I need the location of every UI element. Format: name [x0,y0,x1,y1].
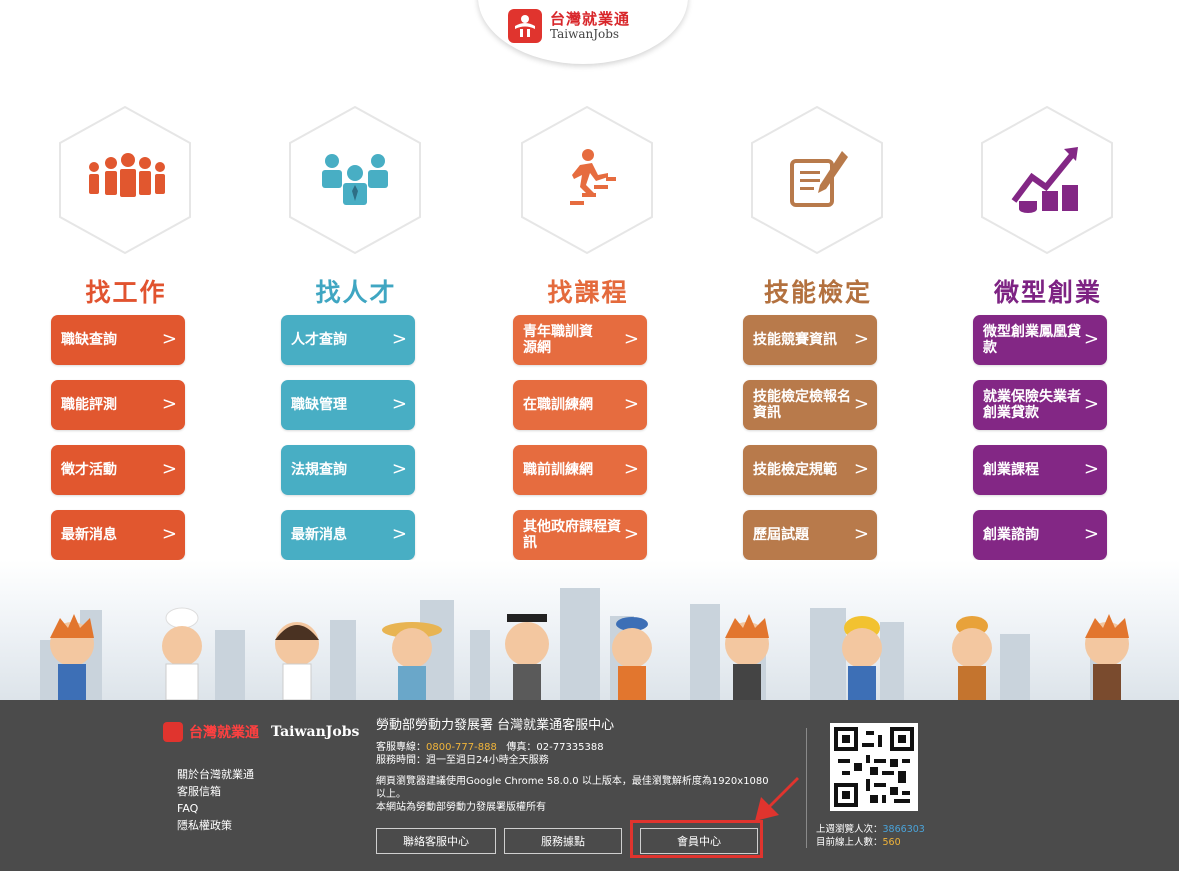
member-center-highlight [630,820,763,858]
city-skyline-illustration [0,560,1179,700]
button-past-exams[interactable]: 歷屆試題 > [743,510,877,560]
footer-links: 關於台灣就業通 客服信箱 FAQ 隱私權政策 [177,766,254,834]
cartoon-character-icon [50,614,94,700]
chevron-right-icon: > [391,328,407,350]
footer-link-faq[interactable]: FAQ [177,800,254,817]
footer-link-about[interactable]: 關於台灣就業通 [177,766,254,783]
button-startup-consulting[interactable]: 創業諮詢 > [973,510,1107,560]
button-latest-news[interactable]: 最新消息 > [281,510,415,560]
button-latest-news[interactable]: 最新消息 > [51,510,185,560]
hex-micro-startup[interactable] [978,105,1116,255]
button-regulation-search[interactable]: 法規查詢 > [281,445,415,495]
chevron-right-icon: > [161,523,177,545]
chevron-right-icon: > [1083,523,1099,545]
column-title: 技能檢定 [763,278,872,307]
red-arrow-icon [755,777,799,821]
logo-mark-icon [508,9,542,43]
chevron-right-icon: > [623,523,639,545]
button-skill-test-registration[interactable]: 技能檢定檢報名資訊 > [743,380,877,430]
button-other-courses[interactable]: 其他政府課程資訊 > [513,510,647,560]
chevron-right-icon: > [391,393,407,415]
logo-name-en: TaiwanJobs [550,26,620,41]
footer-org: 勞動部勞動力發展署 台灣就業通客服中心 [376,718,615,733]
farmer-character-icon [382,622,442,700]
footer-browser-note: 網頁瀏覽器建議使用Google Chrome 58.0.0 以上版本，最佳瀏覽解… [376,776,769,800]
chevron-right-icon: > [1083,393,1099,415]
chevron-right-icon: > [391,458,407,480]
button-skill-test-spec[interactable]: 技能檢定規範 > [743,445,877,495]
chevron-right-icon: > [1083,458,1099,480]
graduate-character-icon [505,614,549,700]
column-title: 找人才 [315,278,397,307]
hex-skill-test[interactable] [748,105,886,255]
button-job-search[interactable]: 職缺查詢 > [51,315,185,365]
service-locations-button[interactable]: 服務據點 [504,828,622,854]
hex-find-course[interactable] [518,105,656,255]
chef-character-icon [162,607,202,700]
artist-character-icon [612,617,652,700]
businessman-character-icon [1085,614,1129,700]
button-recruit-events[interactable]: 徵才活動 > [51,445,185,495]
button-skill-competition[interactable]: 技能競賽資訊 > [743,315,877,365]
logo-mark-icon [163,722,183,742]
hex-find-job[interactable] [56,105,194,255]
detective-character-icon [725,614,769,700]
button-startup-courses[interactable]: 創業課程 > [973,445,1107,495]
chevron-right-icon: > [853,458,869,480]
column-title: 找工作 [85,278,167,307]
top-logo[interactable]: 台灣就業通 TaiwanJobs [508,4,658,48]
footer-logo[interactable]: 台灣就業通 TaiwanJobs [163,722,359,742]
chevron-right-icon: > [161,458,177,480]
hex-find-talent[interactable] [286,105,424,255]
button-youth-training[interactable]: 青年職訓資源網 > [513,315,647,365]
button-onjob-training[interactable]: 在職訓練網 > [513,380,647,430]
chevron-right-icon: > [161,328,177,350]
chevron-right-icon: > [623,328,639,350]
footer-link-email[interactable]: 客服信箱 [177,783,254,800]
footer-info: 勞動部勞動力發展署 台灣就業通客服中心 客服專線：0800-777-888 傳真… [376,714,776,814]
qr-code-icon [830,723,918,811]
page: 台灣就業通 TaiwanJobs 找工作 職缺查詢 > 職能評測 > 徵才活動 > 最… [0,0,1179,871]
chevron-right-icon: > [623,458,639,480]
footer: 台灣就業通 TaiwanJobs 關於台灣就業通 客服信箱 FAQ 隱私權政策 … [0,700,1179,871]
button-skill-assessment[interactable]: 職能評測 > [51,380,185,430]
worker-character-icon [842,616,882,700]
column-title: 找課程 [547,278,629,307]
column-title: 微型創業 [993,278,1102,307]
student-character-icon [275,622,319,700]
footer-divider [806,728,807,848]
footer-link-privacy[interactable]: 隱私權政策 [177,817,254,834]
button-phoenix-loan[interactable]: 微型創業鳳凰貸款 > [973,315,1107,365]
chevron-right-icon: > [853,393,869,415]
footer-copyright: 本網站為勞動部勞動力發展署版權所有 [376,802,546,813]
chevron-right-icon: > [1083,328,1099,350]
chevron-right-icon: > [853,523,869,545]
chevron-right-icon: > [161,393,177,415]
button-talent-search[interactable]: 人才查詢 > [281,315,415,365]
footer-hotline: 客服專線：0800-777-888 傳真：02-77335388 [376,742,604,753]
button-prejob-training[interactable]: 職前訓練網 > [513,445,647,495]
chevron-right-icon: > [853,328,869,350]
logo-name-cn: 台灣就業通 [550,10,631,29]
chevron-right-icon: > [623,393,639,415]
footer-hours: 服務時間：週一至週日24小時全天服務 [376,755,549,766]
visitor-stats: 上週瀏覽人次：3866303 目前線上人數：560 [816,824,925,848]
button-unemployed-startup-loan[interactable]: 就業保險失業者創業貸款 > [973,380,1107,430]
button-vacancy-management[interactable]: 職缺管理 > [281,380,415,430]
builder-character-icon [952,616,992,700]
chevron-right-icon: > [391,523,407,545]
contact-service-button[interactable]: 聯絡客服中心 [376,828,496,854]
